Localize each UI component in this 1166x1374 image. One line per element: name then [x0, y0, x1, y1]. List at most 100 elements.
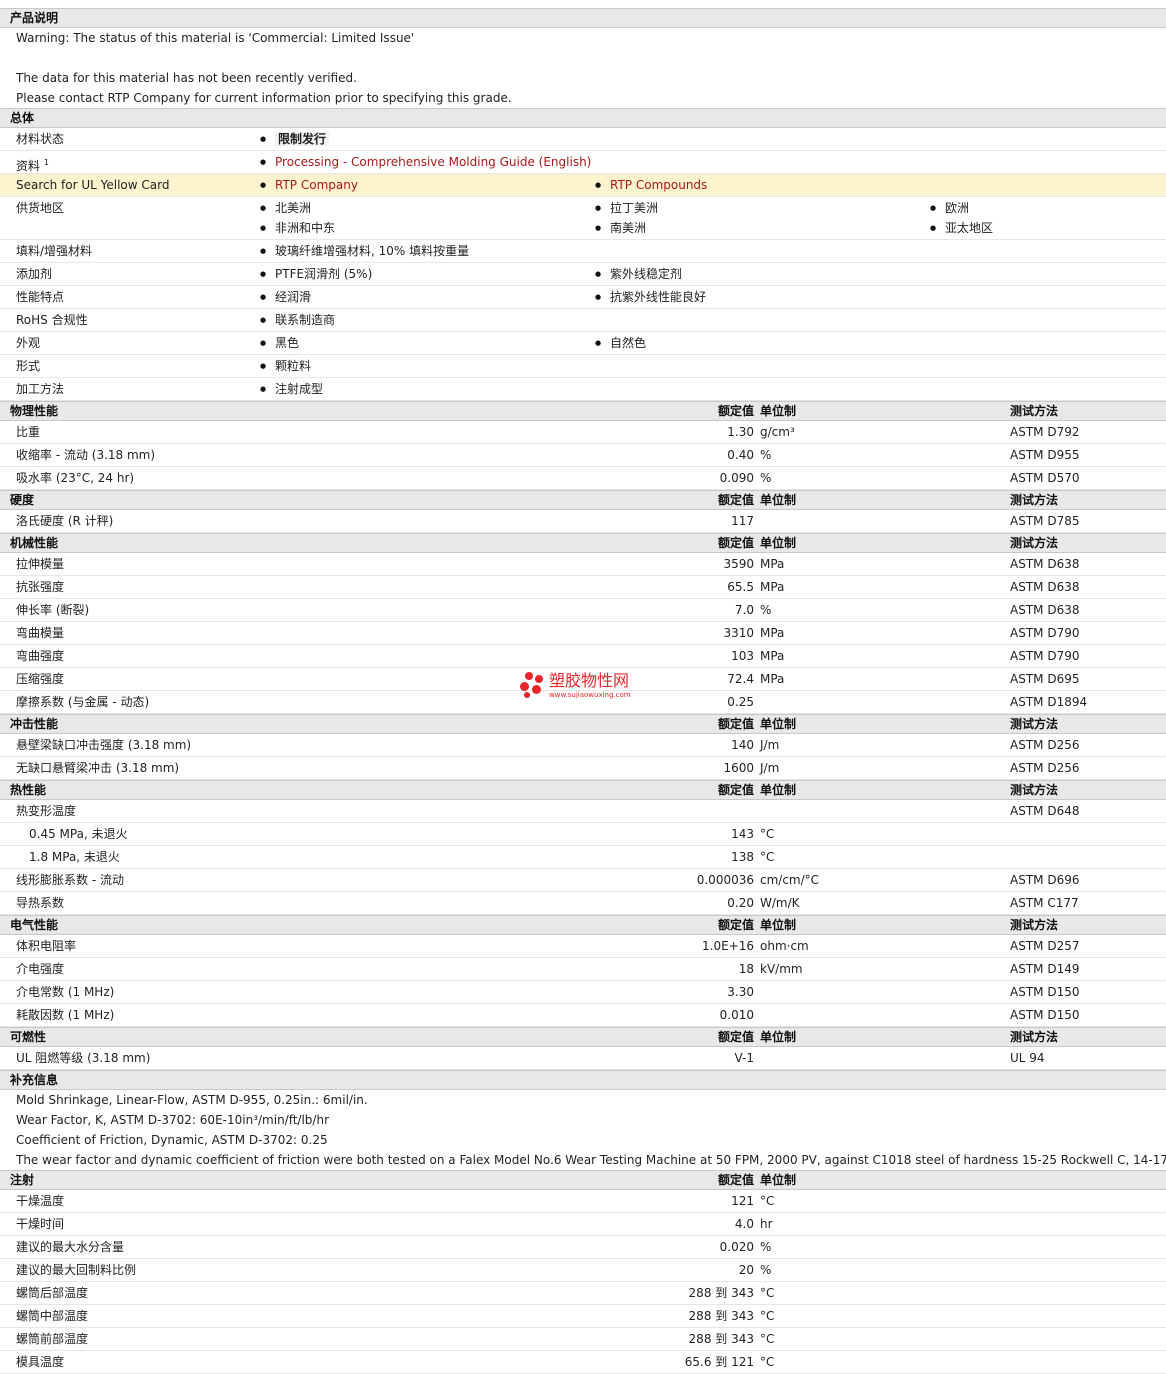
column-header-method: 测试方法	[1010, 918, 1059, 932]
row-label: 弯曲模量	[16, 626, 65, 640]
general-row-features: 性能特点 经润滑 抗紫外线性能良好	[0, 286, 1166, 309]
section-title: 冲击性能	[10, 717, 59, 731]
column-header-unit: 单位制	[760, 717, 797, 731]
section-header-mechanical: 机械性能 额定值 单位制 测试方法	[0, 533, 1166, 553]
row-value: 3.30	[727, 985, 754, 999]
row-value: 103	[731, 649, 754, 663]
additive-item: PTFE润滑剂 (5%)	[260, 263, 372, 286]
row-value: 0.020	[719, 1240, 754, 1254]
row-value: 18	[738, 962, 754, 976]
section-header-supplement: 补充信息	[0, 1070, 1166, 1090]
row-label: 压缩强度	[16, 672, 65, 686]
row-unit: g/cm³	[760, 425, 795, 439]
additive-item: 紫外线稳定剂	[595, 263, 682, 286]
row-label: 比重	[16, 425, 41, 439]
status-warning: Warning: The status of this material is …	[16, 31, 415, 45]
row-label: 无缺口悬臂梁冲击 (3.18 mm)	[16, 761, 180, 775]
status-value: 限制发行	[260, 128, 330, 151]
row-label: 干燥温度	[16, 1194, 65, 1208]
filler-value: 玻璃纤维增强材料, 10% 填料按重量	[260, 240, 469, 263]
column-header-method: 测试方法	[1010, 1030, 1059, 1044]
table-row: 耗散因数 (1 MHz) 0.010 ASTM D150	[0, 1004, 1166, 1027]
row-unit: MPa	[760, 672, 785, 686]
general-row-rohs: RoHS 合规性 联系制造商	[0, 309, 1166, 332]
column-header-method: 测试方法	[1010, 493, 1059, 507]
row-label: 外观	[16, 336, 41, 350]
row-test-method: ASTM D790	[1010, 626, 1080, 640]
table-row: 螺筒中部温度 288 到 343 °C	[0, 1305, 1166, 1328]
row-label: 形式	[16, 359, 41, 373]
appearance-item: 自然色	[595, 332, 646, 355]
row-test-method: ASTM D648	[1010, 804, 1080, 818]
row-value: 7.0	[734, 603, 754, 617]
supply-item: 南美洲	[595, 217, 646, 240]
table-row: 线形膨胀系数 - 流动 0.000036 cm/cm/°C ASTM D696	[0, 869, 1166, 892]
feature-item: 经润滑	[260, 286, 311, 309]
row-value: 0.20	[727, 896, 754, 910]
row-unit: %	[760, 603, 772, 617]
supply-item: 非洲和中东	[260, 217, 335, 240]
table-row: UL 阻燃等级 (3.18 mm) V-1 UL 94	[0, 1047, 1166, 1070]
section-title: 热性能	[10, 783, 47, 797]
row-unit: hr	[760, 1217, 773, 1231]
section-header-electrical: 电气性能 额定值 单位制 测试方法	[0, 915, 1166, 935]
row-label: Search for UL Yellow Card	[16, 178, 170, 192]
column-header-unit: 单位制	[760, 783, 797, 797]
section-header-general: 总体	[0, 108, 1166, 128]
section-title: 产品说明	[10, 11, 59, 25]
row-label: 弯曲强度	[16, 649, 65, 663]
row-unit: MPa	[760, 580, 785, 594]
row-value: V-1	[734, 1051, 754, 1065]
table-row: 建议的最大回制料比例 20%	[0, 1259, 1166, 1282]
column-header-value: 额定值	[717, 536, 754, 550]
row-unit: J/m	[760, 761, 780, 775]
rtp-compounds-link[interactable]: RTP Compounds	[595, 174, 707, 197]
table-row: 吸水率 (23°C, 24 hr) 0.090% ASTM D570	[0, 467, 1166, 490]
row-unit: %	[760, 1240, 772, 1254]
row-unit: °C	[760, 1194, 775, 1208]
row-label: 模具温度	[16, 1355, 65, 1369]
row-test-method: ASTM D955	[1010, 448, 1080, 462]
row-label: 添加剂	[16, 267, 53, 281]
column-header-value: 额定值	[717, 1173, 754, 1187]
general-row-filler: 填料/增强材料 玻璃纤维增强材料, 10% 填料按重量	[0, 240, 1166, 263]
supplement-line: Coefficient of Friction, Dynamic, ASTM D…	[16, 1133, 328, 1147]
section-title: 物理性能	[10, 404, 59, 418]
row-label: 介电常数 (1 MHz)	[16, 985, 115, 999]
row-label: UL 阻燃等级 (3.18 mm)	[16, 1051, 151, 1065]
table-row: 模具温度 65.6 到 121 °C	[0, 1351, 1166, 1374]
section-title: 补充信息	[10, 1073, 59, 1087]
rtp-company-link[interactable]: RTP Company	[260, 174, 358, 197]
section-title: 可燃性	[10, 1030, 47, 1044]
row-value: 140	[731, 738, 754, 752]
row-test-method: ASTM D256	[1010, 738, 1080, 752]
molding-guide-link[interactable]: Processing - Comprehensive Molding Guide…	[260, 151, 591, 174]
row-value: 0.000036	[696, 873, 754, 887]
row-label: 热变形温度	[16, 804, 77, 818]
row-unit: °C	[760, 1332, 775, 1346]
row-label: 摩擦系数 (与金属 - 动态)	[16, 695, 150, 709]
row-unit: °C	[760, 850, 775, 864]
table-row: 0.45 MPa, 未退火 143 °C	[0, 823, 1166, 846]
section-header-injection: 注射 额定值 单位制	[0, 1170, 1166, 1190]
table-row: 热变形温度 ASTM D648	[0, 800, 1166, 823]
feature-item: 抗紫外线性能良好	[595, 286, 706, 309]
column-header-value: 额定值	[717, 717, 754, 731]
row-label: 材料状态	[16, 132, 65, 146]
row-label: 螺筒后部温度	[16, 1286, 89, 1300]
row-label: 收缩率 - 流动 (3.18 mm)	[16, 448, 156, 462]
table-row: 螺筒前部温度 288 到 343 °C	[0, 1328, 1166, 1351]
section-title: 总体	[10, 111, 35, 125]
table-row: 无缺口悬臂梁冲击 (3.18 mm) 1600 J/m ASTM D256	[0, 757, 1166, 780]
row-label: 抗张强度	[16, 580, 65, 594]
row-value: 3310	[723, 626, 754, 640]
table-row: 弯曲强度 103 MPa ASTM D790	[0, 645, 1166, 668]
column-header-unit: 单位制	[760, 493, 797, 507]
row-label: 加工方法	[16, 382, 65, 396]
row-test-method: ASTM D150	[1010, 1008, 1080, 1022]
table-row: 洛氏硬度 (R 计秤) 117 ASTM D785	[0, 510, 1166, 533]
row-value: 138	[731, 850, 754, 864]
row-value: 143	[731, 827, 754, 841]
row-test-method: ASTM D1894	[1010, 695, 1088, 709]
table-row: 抗张强度 65.5 MPa ASTM D638	[0, 576, 1166, 599]
